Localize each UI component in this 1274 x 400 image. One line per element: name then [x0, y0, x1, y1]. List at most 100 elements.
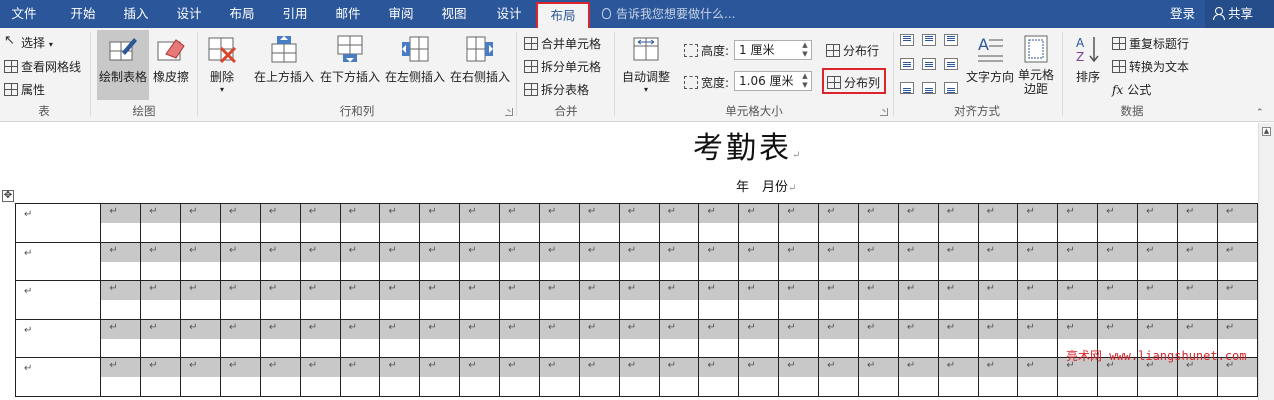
table-cell[interactable]: ↵	[658, 241, 700, 281]
table-cell[interactable]: ↵	[299, 241, 341, 281]
align-middle-right-icon[interactable]	[944, 58, 958, 70]
tab-table-layout[interactable]: 布局	[536, 2, 590, 28]
align-top-center-icon[interactable]	[922, 34, 936, 46]
properties-button[interactable]: 属性	[4, 81, 45, 98]
tab-view[interactable]: 视图	[429, 0, 479, 28]
table-cell[interactable]: ↵	[1017, 318, 1059, 358]
table-cell[interactable]: ↵	[897, 318, 939, 358]
table-cell[interactable]: ↵	[778, 241, 820, 281]
table-cell[interactable]: ↵	[259, 241, 301, 281]
table-cell[interactable]: ↵	[818, 241, 859, 281]
height-spinner[interactable]: 1 厘米 ▲ ▼	[734, 40, 812, 60]
cell-margins-button[interactable]: 单元格 边距	[1015, 30, 1057, 102]
table-cell[interactable]: ↵	[1057, 280, 1099, 320]
table-cell[interactable]: ↵	[1137, 280, 1178, 320]
table-cell[interactable]: ↵	[578, 241, 620, 281]
table-cell[interactable]: ↵	[1057, 203, 1099, 243]
table-cell[interactable]: ↵	[299, 280, 341, 320]
scroll-up-icon[interactable]: ▲	[1262, 127, 1271, 136]
split-cells-button[interactable]: 拆分单元格	[524, 58, 601, 75]
formula-button[interactable]: fx 公式	[1112, 81, 1151, 98]
table-cell[interactable]: ↵	[140, 203, 182, 243]
align-top-left-icon[interactable]	[900, 34, 914, 46]
table-cell[interactable]: ↵	[977, 357, 1019, 397]
table-cell[interactable]: ↵	[379, 318, 421, 358]
table-cell[interactable]: ↵	[140, 280, 182, 320]
table-cell[interactable]: ↵	[738, 203, 780, 243]
select-button[interactable]: 选择 ▾	[4, 33, 53, 51]
convert-to-text-button[interactable]: 转换为文本	[1112, 58, 1189, 75]
table-cell[interactable]: ↵	[658, 318, 700, 358]
draw-table-button[interactable]: 绘制表格	[97, 30, 149, 100]
table-cell[interactable]: ↵	[778, 203, 820, 243]
table-cell[interactable]: ↵	[857, 241, 899, 281]
insert-left-button[interactable]: 在左侧插入	[383, 30, 447, 100]
merge-cells-button[interactable]: 合并单元格	[524, 35, 601, 52]
tab-mailings[interactable]: 邮件	[323, 0, 373, 28]
sort-button[interactable]: AZ 排序	[1068, 30, 1108, 100]
align-bottom-left-icon[interactable]	[900, 82, 914, 94]
table-cell[interactable]: ↵	[100, 357, 142, 397]
table-cell[interactable]: ↵	[538, 357, 580, 397]
table-cell[interactable]: ↵	[140, 357, 182, 397]
table-cell[interactable]: ↵	[1017, 280, 1059, 320]
table-cell[interactable]: ↵	[379, 203, 421, 243]
repeat-header-button[interactable]: 重复标题行	[1112, 35, 1189, 52]
table-cell[interactable]: ↵	[857, 203, 899, 243]
table-cell[interactable]: ↵	[818, 280, 859, 320]
table-cell[interactable]: ↵	[1176, 203, 1218, 243]
table-cell[interactable]: ↵	[14, 357, 102, 397]
table-cell[interactable]: ↵	[937, 318, 979, 358]
eraser-button[interactable]: 橡皮擦	[151, 30, 191, 100]
view-gridlines-button[interactable]: 查看网格线	[4, 58, 81, 75]
table-cell[interactable]: ↵	[1097, 203, 1139, 243]
table-cell[interactable]: ↵	[698, 203, 740, 243]
table-cell[interactable]: ↵	[698, 280, 740, 320]
table-cell[interactable]: ↵	[419, 203, 461, 243]
table-cell[interactable]: ↵	[1057, 241, 1099, 281]
table-cell[interactable]: ↵	[299, 357, 341, 397]
table-cell[interactable]: ↵	[499, 280, 540, 320]
spinner-arrows-icon[interactable]: ▲ ▼	[801, 41, 809, 59]
table-cell[interactable]: ↵	[259, 357, 301, 397]
table-cell[interactable]: ↵	[618, 203, 660, 243]
login-button[interactable]: 登录	[1170, 0, 1195, 28]
table-cell[interactable]: ↵	[1216, 241, 1258, 281]
table-cell[interactable]: ↵	[538, 280, 580, 320]
table-cell[interactable]: ↵	[818, 318, 859, 358]
autofit-button[interactable]: 自动调整 ▾	[619, 30, 673, 100]
table-cell[interactable]: ↵	[897, 241, 939, 281]
table-cell[interactable]: ↵	[937, 280, 979, 320]
align-top-right-icon[interactable]	[944, 34, 958, 46]
table-cell[interactable]: ↵	[14, 280, 102, 320]
table-cell[interactable]: ↵	[658, 203, 700, 243]
align-bottom-center-icon[interactable]	[922, 82, 936, 94]
table-cell[interactable]: ↵	[259, 203, 301, 243]
table-cell[interactable]: ↵	[459, 203, 501, 243]
insert-below-button[interactable]: 在下方插入	[318, 30, 382, 100]
table-cell[interactable]: ↵	[419, 318, 461, 358]
table-cell[interactable]: ↵	[1017, 357, 1059, 397]
table-cell[interactable]: ↵	[1216, 280, 1258, 320]
table-cell[interactable]: ↵	[459, 280, 501, 320]
table-cell[interactable]: ↵	[578, 357, 620, 397]
table-cell[interactable]: ↵	[100, 280, 142, 320]
table-cell[interactable]: ↵	[897, 357, 939, 397]
table-cell[interactable]: ↵	[219, 280, 261, 320]
table-cell[interactable]: ↵	[299, 203, 341, 243]
table-cell[interactable]: ↵	[618, 241, 660, 281]
tab-file[interactable]: 文件	[0, 0, 48, 28]
table-cell[interactable]: ↵	[977, 318, 1019, 358]
table-cell[interactable]: ↵	[897, 280, 939, 320]
table-cell[interactable]: ↵	[538, 318, 580, 358]
table-cell[interactable]: ↵	[857, 318, 899, 358]
table-cell[interactable]: ↵	[180, 241, 221, 281]
tab-insert[interactable]: 插入	[111, 0, 161, 28]
table-cell[interactable]: ↵	[100, 203, 142, 243]
align-bottom-right-icon[interactable]	[944, 82, 958, 94]
table-cell[interactable]: ↵	[499, 357, 540, 397]
table-cell[interactable]: ↵	[339, 357, 381, 397]
table-cell[interactable]: ↵	[419, 280, 461, 320]
table-move-handle-icon[interactable]: ✥	[2, 190, 14, 202]
tell-me-box[interactable]: 告诉我您想要做什么...	[602, 0, 735, 28]
